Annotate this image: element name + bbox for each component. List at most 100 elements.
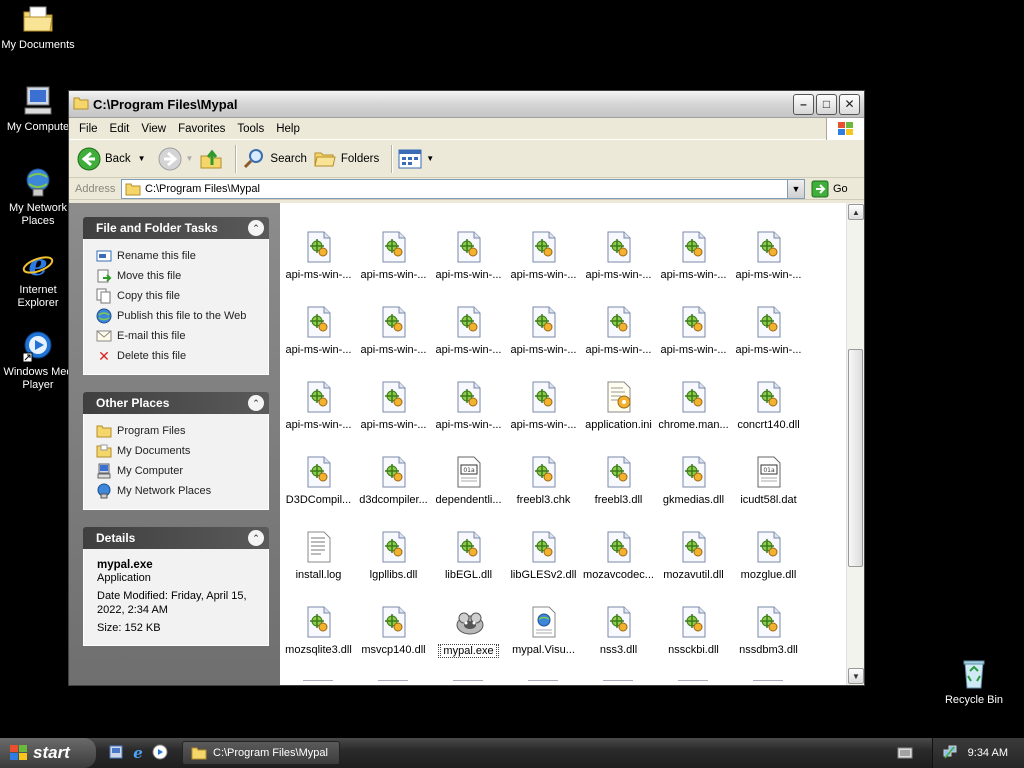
keyboard-layout-icon[interactable]: [897, 747, 913, 762]
quick-launch-media-player-icon[interactable]: [152, 744, 168, 763]
collapse-chevron-icon[interactable]: ⌃: [248, 220, 264, 236]
file-item[interactable]: libEGL.dll: [431, 530, 506, 581]
file-item[interactable]: mozavcodec...: [581, 530, 656, 581]
file-item[interactable]: 01a icudt58l.dat: [731, 455, 806, 506]
file-item[interactable]: nssdbm3.dll: [731, 605, 806, 656]
panel-header[interactable]: Other Places ⌃: [83, 392, 269, 414]
file-item[interactable]: api-ms-win-...: [356, 230, 431, 281]
menu-file[interactable]: File: [73, 123, 104, 135]
file-item[interactable]: 01a dependentli...: [431, 455, 506, 506]
file-item[interactable]: freebl3.dll: [581, 455, 656, 506]
close-button[interactable]: ✕: [839, 93, 860, 115]
collapse-chevron-icon[interactable]: ⌃: [248, 530, 264, 546]
forward-button[interactable]: ▼: [158, 147, 193, 171]
file-item-partial[interactable]: [378, 680, 408, 685]
file-item[interactable]: api-ms-win-...: [431, 305, 506, 356]
file-item[interactable]: gkmedias.dll: [656, 455, 731, 506]
desktop-icon-my-network-places[interactable]: My Network Places: [0, 165, 76, 228]
file-item[interactable]: api-ms-win-...: [431, 380, 506, 431]
quick-launch-internet-explorer-icon[interactable]: e: [130, 744, 146, 763]
file-item[interactable]: mozglue.dll: [731, 530, 806, 581]
search-button[interactable]: Search: [242, 147, 307, 171]
vertical-scrollbar[interactable]: ▲ ▼: [846, 203, 864, 685]
file-item[interactable]: mypal.exe: [431, 605, 506, 661]
file-item[interactable]: api-ms-win-...: [431, 230, 506, 281]
file-item[interactable]: api-ms-win-...: [506, 380, 581, 431]
title-bar[interactable]: C:\Program Files\Mypal – □ ✕: [69, 91, 864, 118]
panel-header[interactable]: File and Folder Tasks ⌃: [83, 217, 269, 239]
place-my-network-places[interactable]: My Network Places: [96, 481, 258, 501]
back-button[interactable]: Back ▼: [77, 147, 146, 171]
scroll-down-button[interactable]: ▼: [848, 668, 864, 684]
menu-favorites[interactable]: Favorites: [172, 123, 231, 135]
file-item[interactable]: api-ms-win-...: [356, 380, 431, 431]
file-item-partial[interactable]: [678, 680, 708, 685]
taskbar-window-button[interactable]: C:\Program Files\Mypal: [182, 741, 340, 765]
task-rename[interactable]: Rename this file: [96, 246, 258, 266]
task-copy[interactable]: Copy this file: [96, 286, 258, 306]
desktop-icon-my-computer[interactable]: My Compute: [0, 84, 76, 134]
menu-edit[interactable]: Edit: [104, 123, 136, 135]
go-button[interactable]: Go: [811, 180, 848, 198]
scroll-thumb[interactable]: [848, 349, 863, 567]
place-my-documents[interactable]: My Documents: [96, 441, 258, 461]
up-folder-button[interactable]: [199, 147, 223, 171]
file-item-partial[interactable]: [453, 680, 483, 685]
file-item[interactable]: chrome.man...: [656, 380, 731, 431]
address-field[interactable]: C:\Program Files\Mypal ▼: [121, 178, 805, 199]
menu-help[interactable]: Help: [270, 123, 306, 135]
menu-view[interactable]: View: [135, 123, 172, 135]
file-item[interactable]: api-ms-win-...: [656, 230, 731, 281]
file-item-partial[interactable]: [528, 680, 558, 685]
minimize-button[interactable]: –: [793, 93, 814, 115]
views-button[interactable]: ▼: [398, 149, 434, 169]
file-item[interactable]: D3DCompil...: [281, 455, 356, 506]
file-item[interactable]: api-ms-win-...: [731, 305, 806, 356]
task-email[interactable]: E-mail this file: [96, 326, 258, 346]
back-dropdown-icon[interactable]: ▼: [138, 154, 146, 163]
file-item-partial[interactable]: [303, 680, 333, 685]
file-item[interactable]: api-ms-win-...: [281, 305, 356, 356]
file-item[interactable]: api-ms-win-...: [656, 305, 731, 356]
maximize-button[interactable]: □: [816, 93, 837, 115]
file-item-partial[interactable]: [753, 680, 783, 685]
file-item[interactable]: nssckbi.dll: [656, 605, 731, 656]
file-item[interactable]: application.ini: [581, 380, 656, 431]
file-item[interactable]: api-ms-win-...: [281, 380, 356, 431]
file-item[interactable]: api-ms-win-...: [581, 305, 656, 356]
file-item[interactable]: install.log: [281, 530, 356, 581]
file-item[interactable]: api-ms-win-...: [731, 230, 806, 281]
task-publish[interactable]: Publish this file to the Web: [96, 306, 258, 326]
file-item[interactable]: mozavutil.dll: [656, 530, 731, 581]
task-delete[interactable]: ✕ Delete this file: [96, 346, 258, 366]
folders-button[interactable]: Folders: [313, 147, 379, 171]
file-item[interactable]: nss3.dll: [581, 605, 656, 656]
desktop-icon-internet-explorer[interactable]: e Internet Explorer: [0, 247, 76, 310]
place-program-files[interactable]: Program Files: [96, 421, 258, 441]
file-item[interactable]: api-ms-win-...: [581, 230, 656, 281]
file-item[interactable]: d3dcompiler...: [356, 455, 431, 506]
panel-header[interactable]: Details ⌃: [83, 527, 269, 549]
scroll-up-button[interactable]: ▲: [848, 204, 864, 220]
collapse-chevron-icon[interactable]: ⌃: [248, 395, 264, 411]
place-my-computer[interactable]: My Computer: [96, 461, 258, 481]
file-item-partial[interactable]: [603, 680, 633, 685]
desktop-icon-windows-media-player[interactable]: Windows Med Player: [0, 329, 76, 392]
file-item[interactable]: api-ms-win-...: [506, 230, 581, 281]
address-dropdown-button[interactable]: ▼: [787, 179, 804, 198]
file-item[interactable]: freebl3.chk: [506, 455, 581, 506]
file-item[interactable]: concrt140.dll: [731, 380, 806, 431]
file-item[interactable]: mozsqlite3.dll: [281, 605, 356, 656]
file-item[interactable]: msvcp140.dll: [356, 605, 431, 656]
desktop-icon-recycle-bin[interactable]: Recycle Bin: [936, 657, 1012, 707]
task-move[interactable]: Move this file: [96, 266, 258, 286]
desktop-icon-my-documents[interactable]: My Documents: [0, 2, 76, 52]
file-item[interactable]: libGLESv2.dll: [506, 530, 581, 581]
file-item[interactable]: lgpllibs.dll: [356, 530, 431, 581]
file-item[interactable]: api-ms-win-...: [506, 305, 581, 356]
network-tray-icon[interactable]: [942, 744, 958, 763]
menu-tools[interactable]: Tools: [231, 123, 270, 135]
file-item[interactable]: api-ms-win-...: [356, 305, 431, 356]
file-item[interactable]: mypal.Visu...: [506, 605, 581, 656]
file-item[interactable]: api-ms-win-...: [281, 230, 356, 281]
